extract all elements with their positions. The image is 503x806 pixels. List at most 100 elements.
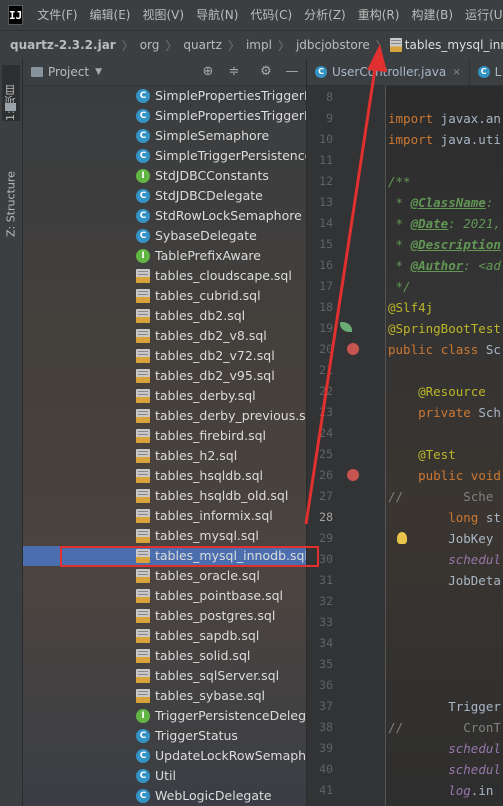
- tree-item[interactable]: tables_firebird.sql: [23, 426, 306, 446]
- tab-second[interactable]: C L: [470, 59, 503, 85]
- tree-item[interactable]: tables_db2.sql: [23, 306, 306, 326]
- code-text: schedul: [448, 552, 501, 567]
- line-number: 26: [319, 468, 333, 482]
- interface-icon: I: [136, 169, 150, 183]
- tree-item[interactable]: tables_db2_v95.sql: [23, 366, 306, 386]
- line-number: 12: [319, 174, 333, 188]
- sql-file-icon: [136, 509, 150, 523]
- tree-item[interactable]: C SimpleTriggerPersistenceD: [23, 146, 306, 166]
- tree-item[interactable]: tables_informix.sql: [23, 506, 306, 526]
- tree-item[interactable]: I StdJDBCConstants: [23, 166, 306, 186]
- tree-item-label: SimpleTriggerPersistenceD: [155, 148, 306, 163]
- breadcrumb: quartz-2.3.2.jar 〉 org 〉 quartz 〉 impl 〉…: [0, 30, 503, 60]
- tree-item[interactable]: tables_derby_previous.sql: [23, 406, 306, 426]
- tree-item[interactable]: C WebLogicDelegate: [23, 786, 306, 806]
- menu-item[interactable]: 文件(F): [31, 0, 83, 30]
- locate-target-icon[interactable]: ⊕: [200, 64, 216, 80]
- tree-item[interactable]: C StdJDBCDelegate: [23, 186, 306, 206]
- tree-item[interactable]: tables_oracle.sql: [23, 566, 306, 586]
- tree-item[interactable]: I TablePrefixAware: [23, 246, 306, 266]
- breadcrumb-jdbcjobstore[interactable]: jdbcjobstore: [292, 38, 374, 52]
- class-icon: C: [136, 189, 150, 203]
- code-line: 15 * @Description: [307, 234, 503, 255]
- editor-pane: C UserController.java × C L 8 9 import jav…: [307, 59, 503, 806]
- tree-item-label: tables_solid.sql: [155, 648, 251, 663]
- tree-item[interactable]: tables_sapdb.sql: [23, 626, 306, 646]
- breadcrumb-quartz[interactable]: quartz: [179, 38, 226, 52]
- tree-item[interactable]: tables_hsqldb_old.sql: [23, 486, 306, 506]
- tree-item[interactable]: I TriggerPersistenceDelegat: [23, 706, 306, 726]
- menu-item[interactable]: 导航(N): [190, 0, 244, 30]
- tree-item[interactable]: tables_pointbase.sql: [23, 586, 306, 606]
- tree-item[interactable]: tables_cloudscape.sql: [23, 266, 306, 286]
- code-text: Trigger: [388, 699, 501, 714]
- menu-item[interactable]: 编辑(E): [84, 0, 137, 30]
- sql-file-icon: [136, 489, 150, 503]
- tree-item[interactable]: C SimplePropertiesTriggerPe: [23, 106, 306, 126]
- code-line: 11: [307, 150, 503, 171]
- project-view-selector[interactable]: Project ▼: [23, 65, 102, 79]
- tree-item[interactable]: C TriggerStatus: [23, 726, 306, 746]
- breadcrumb-org[interactable]: org: [136, 38, 164, 52]
- tree-item[interactable]: tables_sqlServer.sql: [23, 666, 306, 686]
- menu-item[interactable]: 构建(B): [405, 0, 459, 30]
- project-tool-tab[interactable]: 1: 项目: [2, 65, 20, 121]
- tree-item-label: tables_firebird.sql: [155, 428, 267, 443]
- tree-item-label: WebLogicDelegate: [155, 788, 272, 803]
- class-icon: C: [477, 66, 490, 78]
- tree-item[interactable]: tables_sybase.sql: [23, 686, 306, 706]
- tree-item[interactable]: tables_mysql.sql: [23, 526, 306, 546]
- gear-icon[interactable]: ⚙: [258, 64, 274, 80]
- chevron-right-icon: 〉: [165, 38, 178, 53]
- menu-item[interactable]: 代码(C): [244, 0, 298, 30]
- tree-item[interactable]: C SimplePropertiesTriggerPe: [23, 86, 306, 106]
- breadcrumb-jar[interactable]: quartz-2.3.2.jar: [0, 38, 120, 52]
- collapse-all-icon[interactable]: ≑: [226, 64, 242, 80]
- line-number: 31: [319, 573, 333, 587]
- tree-item-label: tables_h2.sql: [155, 448, 238, 463]
- breadcrumb-impl[interactable]: impl: [242, 38, 276, 52]
- code-text: schedul: [448, 741, 501, 756]
- tree-item[interactable]: tables_hsqldb.sql: [23, 466, 306, 486]
- code-text: * @Date: 2021,: [388, 216, 501, 231]
- code-line: 14 * @Date: 2021,: [307, 213, 503, 234]
- class-icon: C: [136, 89, 150, 103]
- code-text: @Resource: [388, 384, 486, 399]
- line-number: 40: [319, 762, 333, 776]
- run-test-icon[interactable]: [347, 469, 359, 481]
- tree-item[interactable]: tables_solid.sql: [23, 646, 306, 666]
- tree-item[interactable]: tables_derby.sql: [23, 386, 306, 406]
- tree-item[interactable]: C UpdateLockRowSemaphor: [23, 746, 306, 766]
- structure-tool-tab[interactable]: Z: Structure: [2, 139, 20, 237]
- tree-item[interactable]: tables_postgres.sql: [23, 606, 306, 626]
- tab-user-controller[interactable]: C UserController.java ×: [307, 59, 470, 85]
- lightbulb-icon[interactable]: [397, 532, 407, 544]
- tree-item[interactable]: C Util: [23, 766, 306, 786]
- tree-item[interactable]: tables_db2_v72.sql: [23, 346, 306, 366]
- tree-item[interactable]: tables_h2.sql: [23, 446, 306, 466]
- tree-item[interactable]: C StdRowLockSemaphore: [23, 206, 306, 226]
- line-number: 9: [326, 111, 333, 125]
- menu-item[interactable]: 视图(V): [136, 0, 190, 30]
- tree-item[interactable]: C SimpleSemaphore: [23, 126, 306, 146]
- sql-file-icon: [136, 609, 150, 623]
- tree-item[interactable]: tables_cubrid.sql: [23, 286, 306, 306]
- close-icon[interactable]: ×: [452, 67, 460, 78]
- line-number: 18: [319, 300, 333, 314]
- run-test-icon[interactable]: [347, 343, 359, 355]
- code-line: 10 import java.uti: [307, 129, 503, 150]
- code-text: public class Sc: [388, 342, 501, 357]
- menu-item[interactable]: 分析(Z): [298, 0, 352, 30]
- tree-item-label: tables_db2_v95.sql: [155, 368, 275, 383]
- intellij-logo-icon[interactable]: IJ: [8, 5, 24, 25]
- code-text: import java.uti: [388, 132, 501, 147]
- code-line: 36: [307, 675, 503, 696]
- tree-item[interactable]: tables_db2_v8.sql: [23, 326, 306, 346]
- minimize-icon[interactable]: —: [284, 64, 300, 80]
- menu-item[interactable]: 运行(U): [459, 0, 503, 30]
- menu-bar: IJ 文件(F) 编辑(E) 视图(V) 导航(N) 代码(C) 分析(Z) 重构(R) 构建…: [0, 0, 503, 30]
- code-line: 16 * @Author: <ad: [307, 255, 503, 276]
- breadcrumb-file[interactable]: tables_mysql_innodb.sql: [389, 38, 503, 52]
- tree-item[interactable]: C SybaseDelegate: [23, 226, 306, 246]
- menu-item[interactable]: 重构(R): [352, 0, 406, 30]
